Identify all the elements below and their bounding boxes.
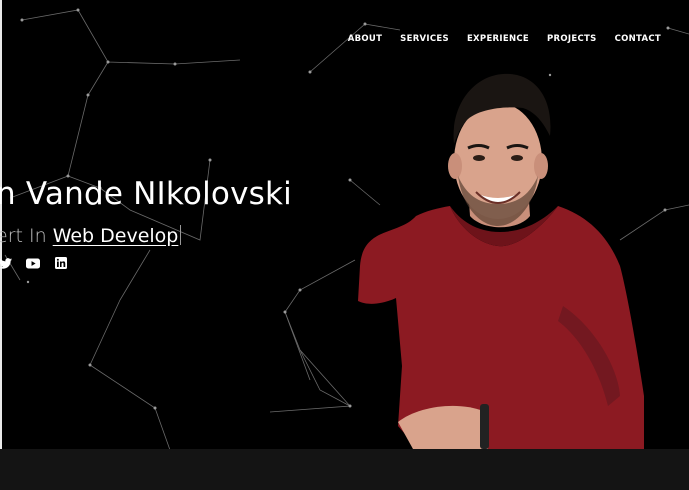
hero-subtitle: ert In Web Develop	[0, 225, 182, 247]
hero-section: ABOUT SERVICES EXPERIENCE PROJECTS CONTA…	[0, 0, 689, 449]
nav-link-projects[interactable]: PROJECTS	[547, 34, 597, 44]
nav-link-about[interactable]: ABOUT	[348, 34, 382, 44]
youtube-icon[interactable]	[26, 256, 40, 270]
footer-bar	[0, 449, 689, 490]
nav-link-services[interactable]: SERVICES	[400, 34, 449, 44]
typing-cursor	[180, 225, 182, 245]
subtitle-prefix: ert In	[0, 225, 53, 247]
linkedin-icon[interactable]	[54, 256, 68, 270]
hero-name: n Vande NIkolovski	[0, 176, 292, 212]
nav-link-experience[interactable]: EXPERIENCE	[467, 34, 529, 44]
top-navigation: ABOUT SERVICES EXPERIENCE PROJECTS CONTA…	[348, 34, 661, 44]
subtitle-typed-text: Web Develop	[52, 225, 179, 247]
profile-portrait	[358, 73, 644, 449]
twitter-icon[interactable]	[0, 256, 12, 270]
nav-link-contact[interactable]: CONTACT	[615, 34, 661, 44]
social-links	[0, 256, 68, 270]
